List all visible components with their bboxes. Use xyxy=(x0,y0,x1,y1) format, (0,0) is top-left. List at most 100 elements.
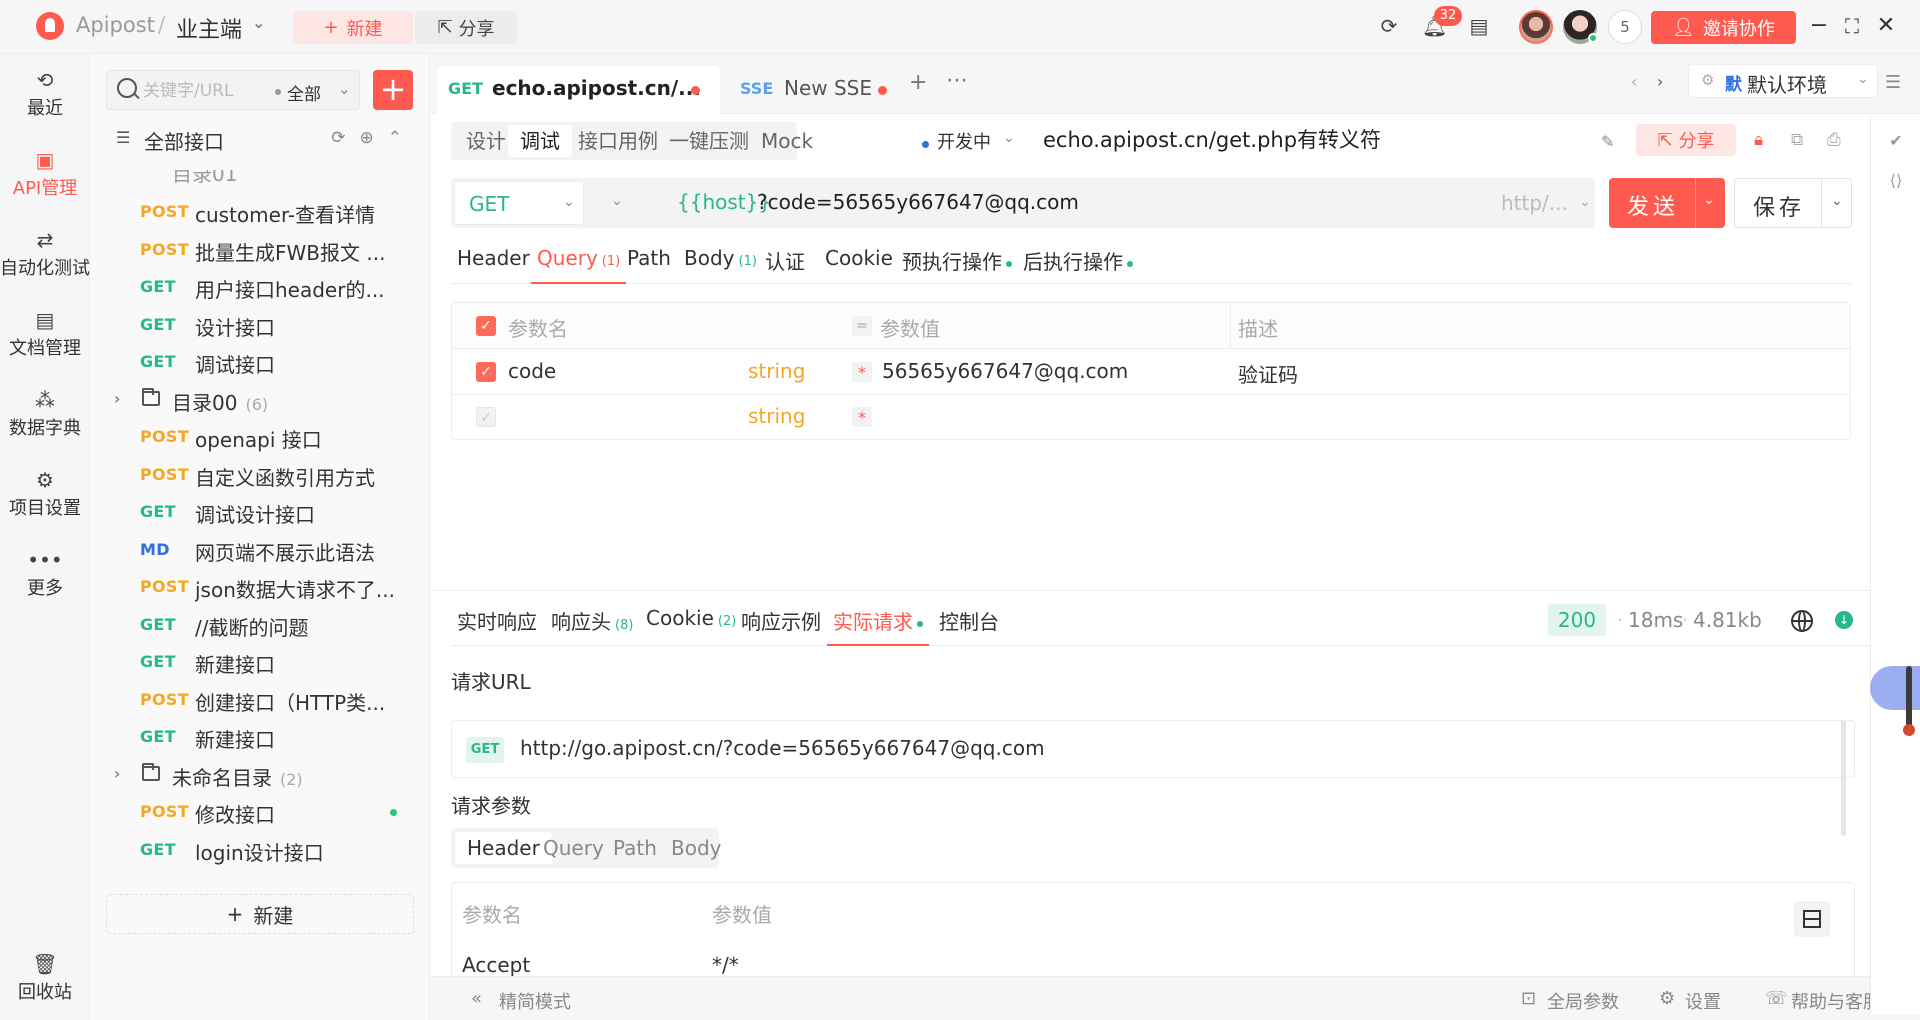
globe-icon[interactable] xyxy=(1791,610,1813,632)
tab-response-cookie[interactable]: Cookie (2) xyxy=(640,606,742,646)
row-checkbox[interactable]: ✓ xyxy=(476,407,496,427)
nav-item-api[interactable]: ▣ API管理 xyxy=(0,148,90,200)
tree-new-button[interactable]: + 新建 xyxy=(106,894,414,934)
environment-select[interactable]: ⚙ 默 默认环境 ⌄ xyxy=(1688,64,1878,98)
tab-sse[interactable]: SSE New SSE xyxy=(728,66,898,114)
row-checkbox[interactable]: ✓ xyxy=(476,362,496,382)
chevron-down-icon[interactable]: ⌄ xyxy=(1831,193,1843,209)
tab-pre-script[interactable]: 预执行操作 xyxy=(896,246,1018,284)
tab-actual-request[interactable]: 实际请求 xyxy=(827,606,929,646)
env-list-icon[interactable]: ☰ xyxy=(1885,72,1901,93)
tab-cookie[interactable]: Cookie xyxy=(819,246,899,284)
tree-api-item[interactable]: GET //截断的问题 xyxy=(90,607,430,644)
share-api-button[interactable]: ⇱ 分享 xyxy=(1636,124,1736,156)
status-select[interactable]: 开发中 xyxy=(937,128,991,154)
tab-body[interactable]: Body (1) xyxy=(678,246,763,284)
maximize-icon[interactable]: ⛶ xyxy=(1839,13,1865,39)
tab-query[interactable]: Query (1) xyxy=(531,246,627,284)
tree-api-item[interactable]: GET 设计接口 xyxy=(90,307,430,344)
url-input[interactable]: ?code=56565y667647@qq.com xyxy=(757,190,1079,214)
lock-icon[interactable]: 🔒︎ xyxy=(1754,130,1763,150)
tab-test-cases[interactable]: 接口用例 xyxy=(566,125,670,157)
nav-item-more[interactable]: ••• 更多 xyxy=(0,548,90,600)
tab-echo[interactable]: GET echo.apipost.cn/... xyxy=(437,66,720,114)
search-box[interactable]: 全部 ⌄ xyxy=(106,70,360,110)
tab-debug[interactable]: 调试 xyxy=(508,125,572,157)
tab-post-script[interactable]: 后执行操作 xyxy=(1017,246,1139,284)
tree-folder[interactable]: › 未命名目录 (2) xyxy=(90,757,430,794)
tab-path[interactable]: Path xyxy=(621,246,677,284)
global-params-button[interactable]: 全局参数 xyxy=(1547,988,1619,1014)
add-api-button[interactable]: + xyxy=(373,70,413,110)
check-icon[interactable]: ✔ xyxy=(1886,131,1906,151)
param-type[interactable]: string xyxy=(748,404,805,428)
nav-item-trash[interactable]: 🗑︎ 回收站 xyxy=(0,952,90,1004)
nav-item-docs[interactable]: ▤ 文档管理 xyxy=(0,308,90,360)
print-icon[interactable]: ⎙ xyxy=(1827,130,1841,150)
nav-item-dictionary[interactable]: ⁂ 数据字典 xyxy=(0,388,90,440)
protocol-select[interactable]: http/... xyxy=(1501,191,1568,215)
chevron-down-icon[interactable]: ⌄ xyxy=(1579,194,1591,210)
tree-api-item[interactable]: POST openapi 接口 xyxy=(90,419,430,456)
add-tab-icon[interactable]: + xyxy=(909,70,927,95)
save-button[interactable]: 保存 ⌄ xyxy=(1734,178,1852,228)
tree-api-item[interactable]: GET 新建接口 xyxy=(90,719,430,756)
minimize-icon[interactable]: − xyxy=(1806,13,1832,39)
avatar[interactable] xyxy=(1519,10,1553,44)
param-value[interactable]: 56565y667647@qq.com xyxy=(882,359,1128,383)
tab-load-test[interactable]: 一键压测 xyxy=(657,125,761,157)
api-title[interactable]: echo.apipost.cn/get.php有转义符 xyxy=(1043,124,1381,154)
new-button[interactable]: + 新建 xyxy=(293,11,413,44)
tree-api-item[interactable]: POST 批量生成FWB报文 ... xyxy=(90,232,430,269)
chevron-down-icon[interactable]: ⌄ xyxy=(338,80,351,98)
tree-title[interactable]: 全部接口 xyxy=(144,126,224,155)
invite-button[interactable]: 👤︎ 邀请协作 xyxy=(1651,11,1796,44)
edit-icon[interactable]: ✎ xyxy=(1601,132,1614,151)
nav-item-project-settings[interactable]: ⚙ 项目设置 xyxy=(0,468,90,520)
layout-icon[interactable] xyxy=(1794,901,1830,937)
assistant-widget[interactable] xyxy=(1870,666,1920,710)
param-name[interactable]: code xyxy=(508,359,556,383)
tab-response-headers[interactable]: 响应头 (8) xyxy=(545,606,639,646)
tab-auth[interactable]: 认证 xyxy=(759,246,811,284)
tree-api-item[interactable]: POST 修改接口 xyxy=(90,794,430,831)
more-icon[interactable]: ⋯ xyxy=(946,68,968,93)
scrollbar[interactable] xyxy=(1841,720,1846,836)
method-select[interactable]: GET ⌄ xyxy=(454,181,584,225)
tab-console[interactable]: 控制台 xyxy=(933,606,1005,646)
message-icon[interactable]: ▤ xyxy=(1467,14,1491,38)
tab-mock[interactable]: Mock xyxy=(749,125,825,157)
chevron-down-icon[interactable]: ⌄ xyxy=(1003,130,1015,146)
scope-select[interactable]: 全部 xyxy=(287,80,321,105)
collapse-icon[interactable]: « xyxy=(471,988,482,1009)
tree-api-item[interactable]: POST 自定义函数引用方式 xyxy=(90,457,430,494)
tree-api-item[interactable]: POST json数据大请求不了... xyxy=(90,569,430,606)
tree-api-item[interactable]: GET 调试设计接口 xyxy=(90,494,430,531)
chevron-down-icon[interactable]: ⌄ xyxy=(611,193,623,209)
select-all-checkbox[interactable]: ✓ xyxy=(476,316,496,336)
code-icon[interactable]: ⟨⟩ xyxy=(1886,171,1906,191)
download-icon[interactable]: ↓ xyxy=(1835,611,1853,629)
param-desc[interactable]: 验证码 xyxy=(1238,359,1298,388)
tree-api-item[interactable]: POST 创建接口（HTTP类... xyxy=(90,682,430,719)
project-selector[interactable]: 业主端 xyxy=(176,12,242,44)
send-button[interactable]: 发送 ⌄ xyxy=(1609,178,1725,228)
bulk-edit-icon[interactable]: = xyxy=(852,316,872,336)
tree-api-item[interactable]: GET login设计接口 xyxy=(90,832,430,869)
required-toggle[interactable]: * xyxy=(852,407,872,427)
search-input[interactable] xyxy=(143,79,253,103)
chevron-down-icon[interactable]: ⌄ xyxy=(1703,192,1715,208)
chevron-left-icon[interactable]: ‹ xyxy=(1631,72,1637,91)
chevron-down-icon[interactable]: ⌄ xyxy=(252,13,265,32)
tab-realtime-response[interactable]: 实时响应 xyxy=(451,606,543,646)
tab-response-example[interactable]: 响应示例 xyxy=(735,606,827,646)
tree-api-item[interactable]: MD 网页端不展示此语法 xyxy=(90,532,430,569)
tree-tools[interactable]: ⟳⊕⌃ xyxy=(331,128,416,148)
close-icon[interactable]: ✕ xyxy=(1873,13,1899,39)
settings-button[interactable]: 设置 xyxy=(1685,988,1721,1014)
share-button[interactable]: ⇱ 分享 xyxy=(415,11,517,44)
help-button[interactable]: 帮助与客服 xyxy=(1791,988,1881,1014)
simple-mode-button[interactable]: 精简模式 xyxy=(499,988,571,1014)
tab-body[interactable]: Body xyxy=(659,832,734,864)
tree-folder[interactable]: › 目录00 (6) xyxy=(90,382,430,419)
